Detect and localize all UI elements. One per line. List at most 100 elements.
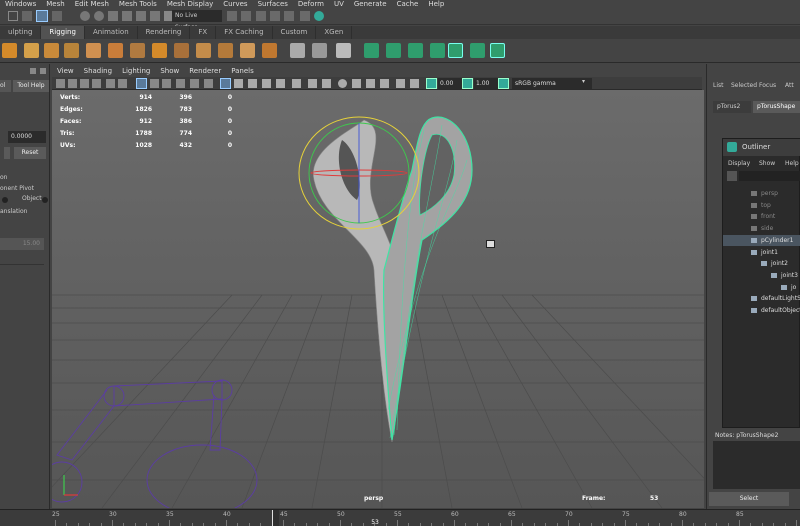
backface-icon[interactable] [380, 79, 389, 88]
image-plane-icon[interactable] [92, 79, 101, 88]
tab-ptorusshape[interactable]: pTorusShape [753, 101, 800, 113]
isolate-icon[interactable] [338, 79, 347, 88]
field-chart-icon[interactable] [190, 79, 199, 88]
snap-point-icon[interactable] [108, 11, 118, 21]
viewport-3d[interactable]: Verts: 914 396 0 Edges: 1826 783 0 Faces… [52, 90, 704, 508]
nurbs-torus-icon[interactable] [408, 43, 423, 58]
smooth-shade-icon[interactable] [234, 79, 243, 88]
nurbs-plane-icon[interactable] [386, 43, 401, 58]
tab-sculpting[interactable]: ulpting [0, 26, 42, 39]
cylinder-icon[interactable] [24, 43, 39, 58]
snap-icon[interactable] [36, 10, 48, 22]
current-frame-marker[interactable] [272, 510, 279, 526]
menu-cache[interactable]: Cache [392, 0, 424, 8]
apply-button[interactable] [4, 147, 10, 159]
grease-pencil-icon[interactable] [118, 79, 127, 88]
antialias-icon[interactable] [322, 79, 331, 88]
nurbs-cube-icon[interactable] [364, 43, 379, 58]
snap-surface-icon[interactable] [136, 11, 146, 21]
nurbs-cone-icon[interactable] [430, 43, 445, 58]
close-icon[interactable] [40, 68, 46, 74]
film-gate-icon[interactable] [150, 79, 159, 88]
tab-fx[interactable]: FX [190, 26, 217, 39]
outliner-item[interactable]: defaultLightS [723, 293, 800, 304]
menu-mesh[interactable]: Mesh [41, 0, 69, 8]
ae-menu-selected[interactable]: Selected [731, 82, 757, 89]
gate-mask-icon[interactable] [176, 79, 185, 88]
ae-menu-attributes[interactable]: Att [785, 82, 794, 89]
combine-icon[interactable] [196, 43, 211, 58]
menu-uv[interactable]: UV [329, 0, 349, 8]
uv-editor-icon[interactable] [290, 43, 305, 58]
outliner-item[interactable]: pCylinder1 [723, 234, 800, 246]
xray-joints-icon[interactable] [366, 79, 375, 88]
wireframe-icon[interactable] [220, 78, 231, 89]
outliner-item[interactable]: defaultObject [723, 305, 800, 316]
gamma-icon[interactable] [462, 78, 473, 89]
menu-windows[interactable]: Windows [0, 0, 41, 8]
extrude-icon[interactable] [130, 43, 145, 58]
nurbs-cylinder-icon[interactable] [470, 43, 485, 58]
vp-menu-show[interactable]: Show [155, 66, 184, 77]
dropdown-icon[interactable] [8, 11, 18, 21]
bevel-icon[interactable] [152, 43, 167, 58]
tab-custom[interactable]: Custom [273, 26, 317, 39]
xray-icon[interactable] [352, 79, 361, 88]
tab-ptorus2[interactable]: pTorus2 [713, 101, 751, 113]
vp-menu-panels[interactable]: Panels [226, 66, 259, 77]
resolution-gate-icon[interactable] [162, 79, 171, 88]
menu-help[interactable]: Help [423, 0, 449, 8]
tab-tool-settings[interactable]: ol [0, 80, 11, 92]
render-settings-icon[interactable] [256, 11, 266, 21]
view-transform-icon[interactable] [498, 78, 509, 89]
camera-attributes-icon[interactable] [68, 79, 77, 88]
bridge-icon[interactable] [174, 43, 189, 58]
color-management-icon[interactable] [410, 79, 419, 88]
snap-view-icon[interactable] [122, 11, 132, 21]
outliner-item[interactable]: front [723, 211, 800, 222]
snap-vertex-icon[interactable] [150, 11, 160, 21]
outliner-search-input[interactable] [739, 171, 800, 181]
menu-generate[interactable]: Generate [349, 0, 392, 8]
snap-curve-icon[interactable] [94, 11, 104, 21]
ambient-occlusion-icon[interactable] [292, 79, 301, 88]
tab-xgen[interactable]: XGen [316, 26, 353, 39]
nurbs-circle-icon[interactable] [490, 43, 505, 58]
cube-icon[interactable] [44, 43, 59, 58]
lights-icon[interactable] [262, 79, 271, 88]
slider-field[interactable]: 15.00 [0, 238, 44, 250]
tab-animation[interactable]: Animation [85, 26, 138, 39]
tab-rendering[interactable]: Rendering [138, 26, 191, 39]
tab-fx-caching[interactable]: FX Caching [216, 26, 273, 39]
outliner-item[interactable]: joint3 [723, 270, 800, 281]
vp-menu-view[interactable]: View [52, 66, 79, 77]
tab-rigging[interactable]: Rigging [41, 26, 85, 39]
joint-chain[interactable] [52, 379, 258, 508]
cone-icon[interactable] [2, 43, 17, 58]
outliner-menu-help[interactable]: Help [785, 160, 799, 167]
separate-icon[interactable] [218, 43, 233, 58]
sphere-icon[interactable] [64, 43, 79, 58]
bookmark-icon[interactable] [80, 79, 89, 88]
menu-deform[interactable]: Deform [293, 0, 329, 8]
tab-tool-help[interactable]: Tool Help [13, 80, 49, 92]
outliner-item[interactable]: joint2 [723, 258, 800, 269]
select-camera-icon[interactable] [56, 79, 65, 88]
2d-pan-icon[interactable] [106, 79, 115, 88]
outliner-filter-icon[interactable] [727, 171, 737, 181]
outliner-menu-display[interactable]: Display [728, 160, 750, 167]
outliner-item[interactable]: joint1 [723, 247, 800, 258]
menu-curves[interactable]: Curves [218, 0, 252, 8]
render-icon[interactable] [227, 11, 237, 21]
notes-field[interactable] [713, 441, 800, 489]
outliner-item[interactable]: side [723, 223, 800, 234]
chevron-down-icon[interactable]: ▾ [582, 78, 585, 85]
playblast-icon[interactable] [300, 11, 310, 21]
textured-icon[interactable] [248, 79, 257, 88]
select-tool-icon[interactable] [22, 11, 32, 21]
torus-icon[interactable] [108, 43, 123, 58]
radio-object[interactable] [42, 197, 48, 203]
magnet-icon[interactable] [80, 11, 90, 21]
mirror-icon[interactable] [262, 43, 277, 58]
menu-surfaces[interactable]: Surfaces [253, 0, 293, 8]
